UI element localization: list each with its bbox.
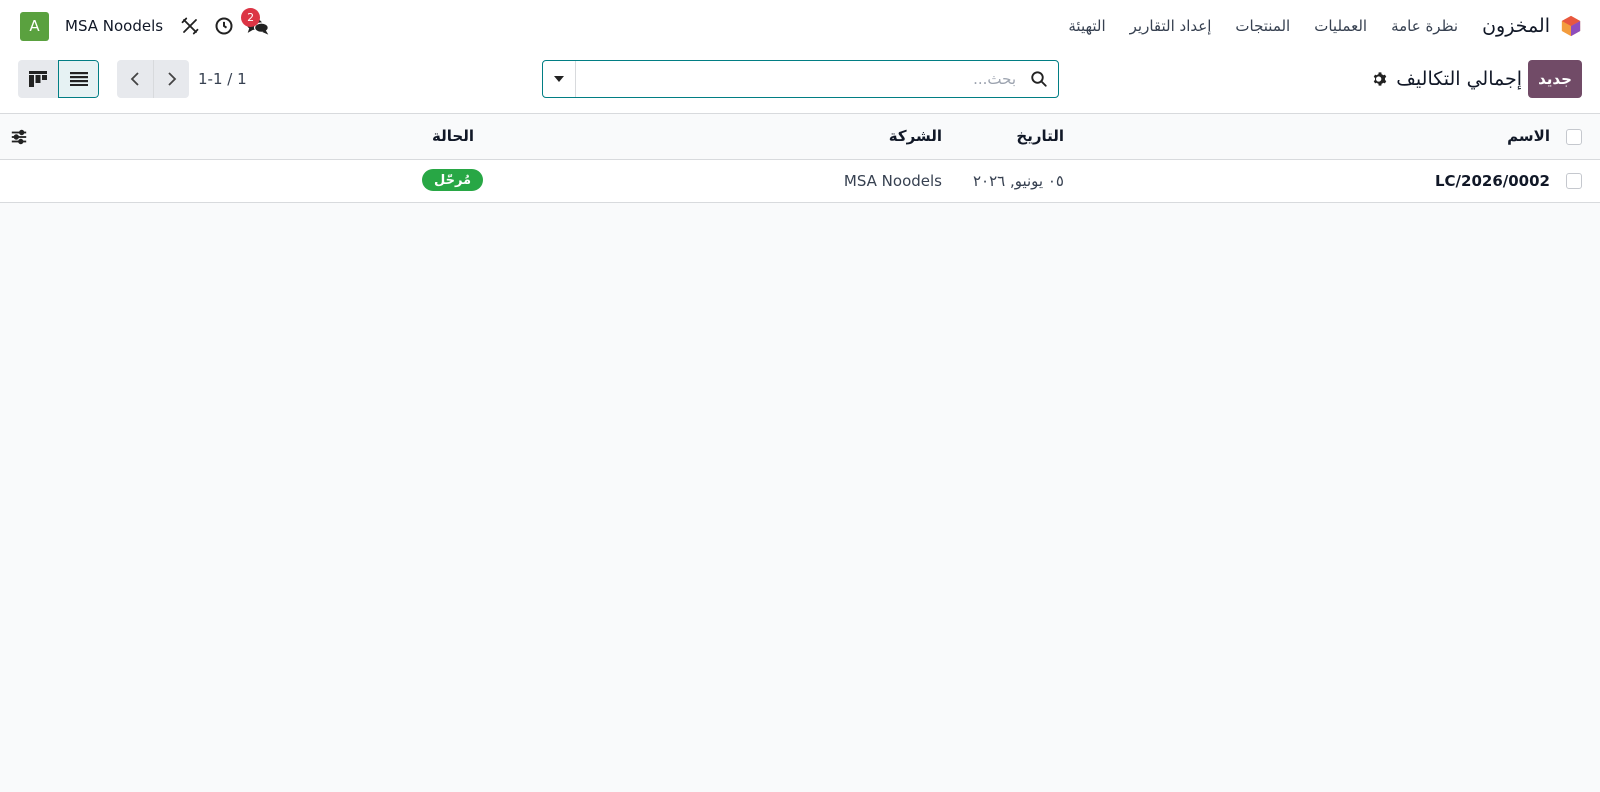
- caret-down-icon: [554, 76, 564, 82]
- tools-icon[interactable]: [177, 13, 203, 39]
- select-all-checkbox[interactable]: [1566, 129, 1582, 145]
- pager-buttons: [117, 60, 189, 98]
- column-header-status[interactable]: الحالة: [432, 127, 474, 145]
- column-header-name[interactable]: الاسم: [1507, 127, 1550, 145]
- menu-reporting[interactable]: إعداد التقارير: [1130, 17, 1212, 35]
- pager-previous-button[interactable]: [117, 60, 153, 98]
- chevron-left-icon: [130, 72, 139, 86]
- company-switcher[interactable]: MSA Noodels: [65, 17, 163, 35]
- cell-name: LC/2026/0002: [1434, 172, 1550, 190]
- gear-icon[interactable]: [1372, 71, 1388, 87]
- page-title: إجمالي التكاليف: [1396, 68, 1522, 90]
- messages-count-badge: 2: [241, 8, 261, 27]
- search-box: [542, 60, 1059, 98]
- column-header-date[interactable]: التاريخ: [1016, 127, 1064, 145]
- view-switcher: [18, 60, 99, 98]
- systray: A MSA Noodels 2: [20, 0, 279, 52]
- kanban-view-button[interactable]: [18, 60, 59, 98]
- list-header: الاسم التاريخ الشركة الحالة: [0, 114, 1600, 160]
- pager-value[interactable]: 1-1 / 1: [198, 70, 247, 88]
- menu-configuration[interactable]: التهيئة: [1068, 17, 1105, 35]
- optional-columns-icon[interactable]: [10, 128, 28, 146]
- cell-date: ٠٥ يونيو, ٢٠٢٦: [972, 172, 1064, 190]
- column-header-company[interactable]: الشركة: [889, 127, 942, 145]
- chat-icon[interactable]: 2: [241, 8, 271, 39]
- search-options-toggle[interactable]: [543, 61, 576, 97]
- menu-operations[interactable]: العمليات: [1314, 17, 1367, 35]
- cell-company: MSA Noodels: [843, 172, 942, 190]
- kanban-icon: [29, 71, 48, 87]
- records-list: الاسم التاريخ الشركة الحالة LC/2026/0002…: [0, 114, 1600, 203]
- list-icon: [69, 72, 88, 86]
- search-input[interactable]: [577, 61, 1022, 97]
- control-panel: جديد إجمالي التكاليف 1-1 / 1: [0, 52, 1600, 114]
- search-icon: [1031, 71, 1047, 87]
- menu-products[interactable]: المنتجات: [1235, 17, 1290, 35]
- row-checkbox[interactable]: [1566, 173, 1582, 189]
- chevron-right-icon: [167, 72, 176, 86]
- list-view-button[interactable]: [58, 60, 99, 98]
- clock-icon[interactable]: [211, 13, 237, 39]
- breadcrumb: إجمالي التكاليف: [1372, 60, 1522, 98]
- menu-overview[interactable]: نظرة عامة: [1391, 17, 1458, 35]
- top-navbar: المخزون نظرة عامة العمليات المنتجات إعدا…: [0, 0, 1600, 52]
- main-menu: المخزون نظرة عامة العمليات المنتجات إعدا…: [1044, 0, 1582, 52]
- status-badge: مُرحّل: [422, 169, 484, 191]
- user-avatar[interactable]: A: [20, 11, 49, 41]
- table-row[interactable]: LC/2026/0002 ٠٥ يونيو, ٢٠٢٦ MSA Noodels …: [0, 160, 1600, 203]
- new-button[interactable]: جديد: [1528, 60, 1582, 98]
- pager-next-button[interactable]: [153, 60, 189, 98]
- app-name[interactable]: المخزون: [1482, 15, 1550, 37]
- inventory-app-icon[interactable]: [1560, 15, 1582, 37]
